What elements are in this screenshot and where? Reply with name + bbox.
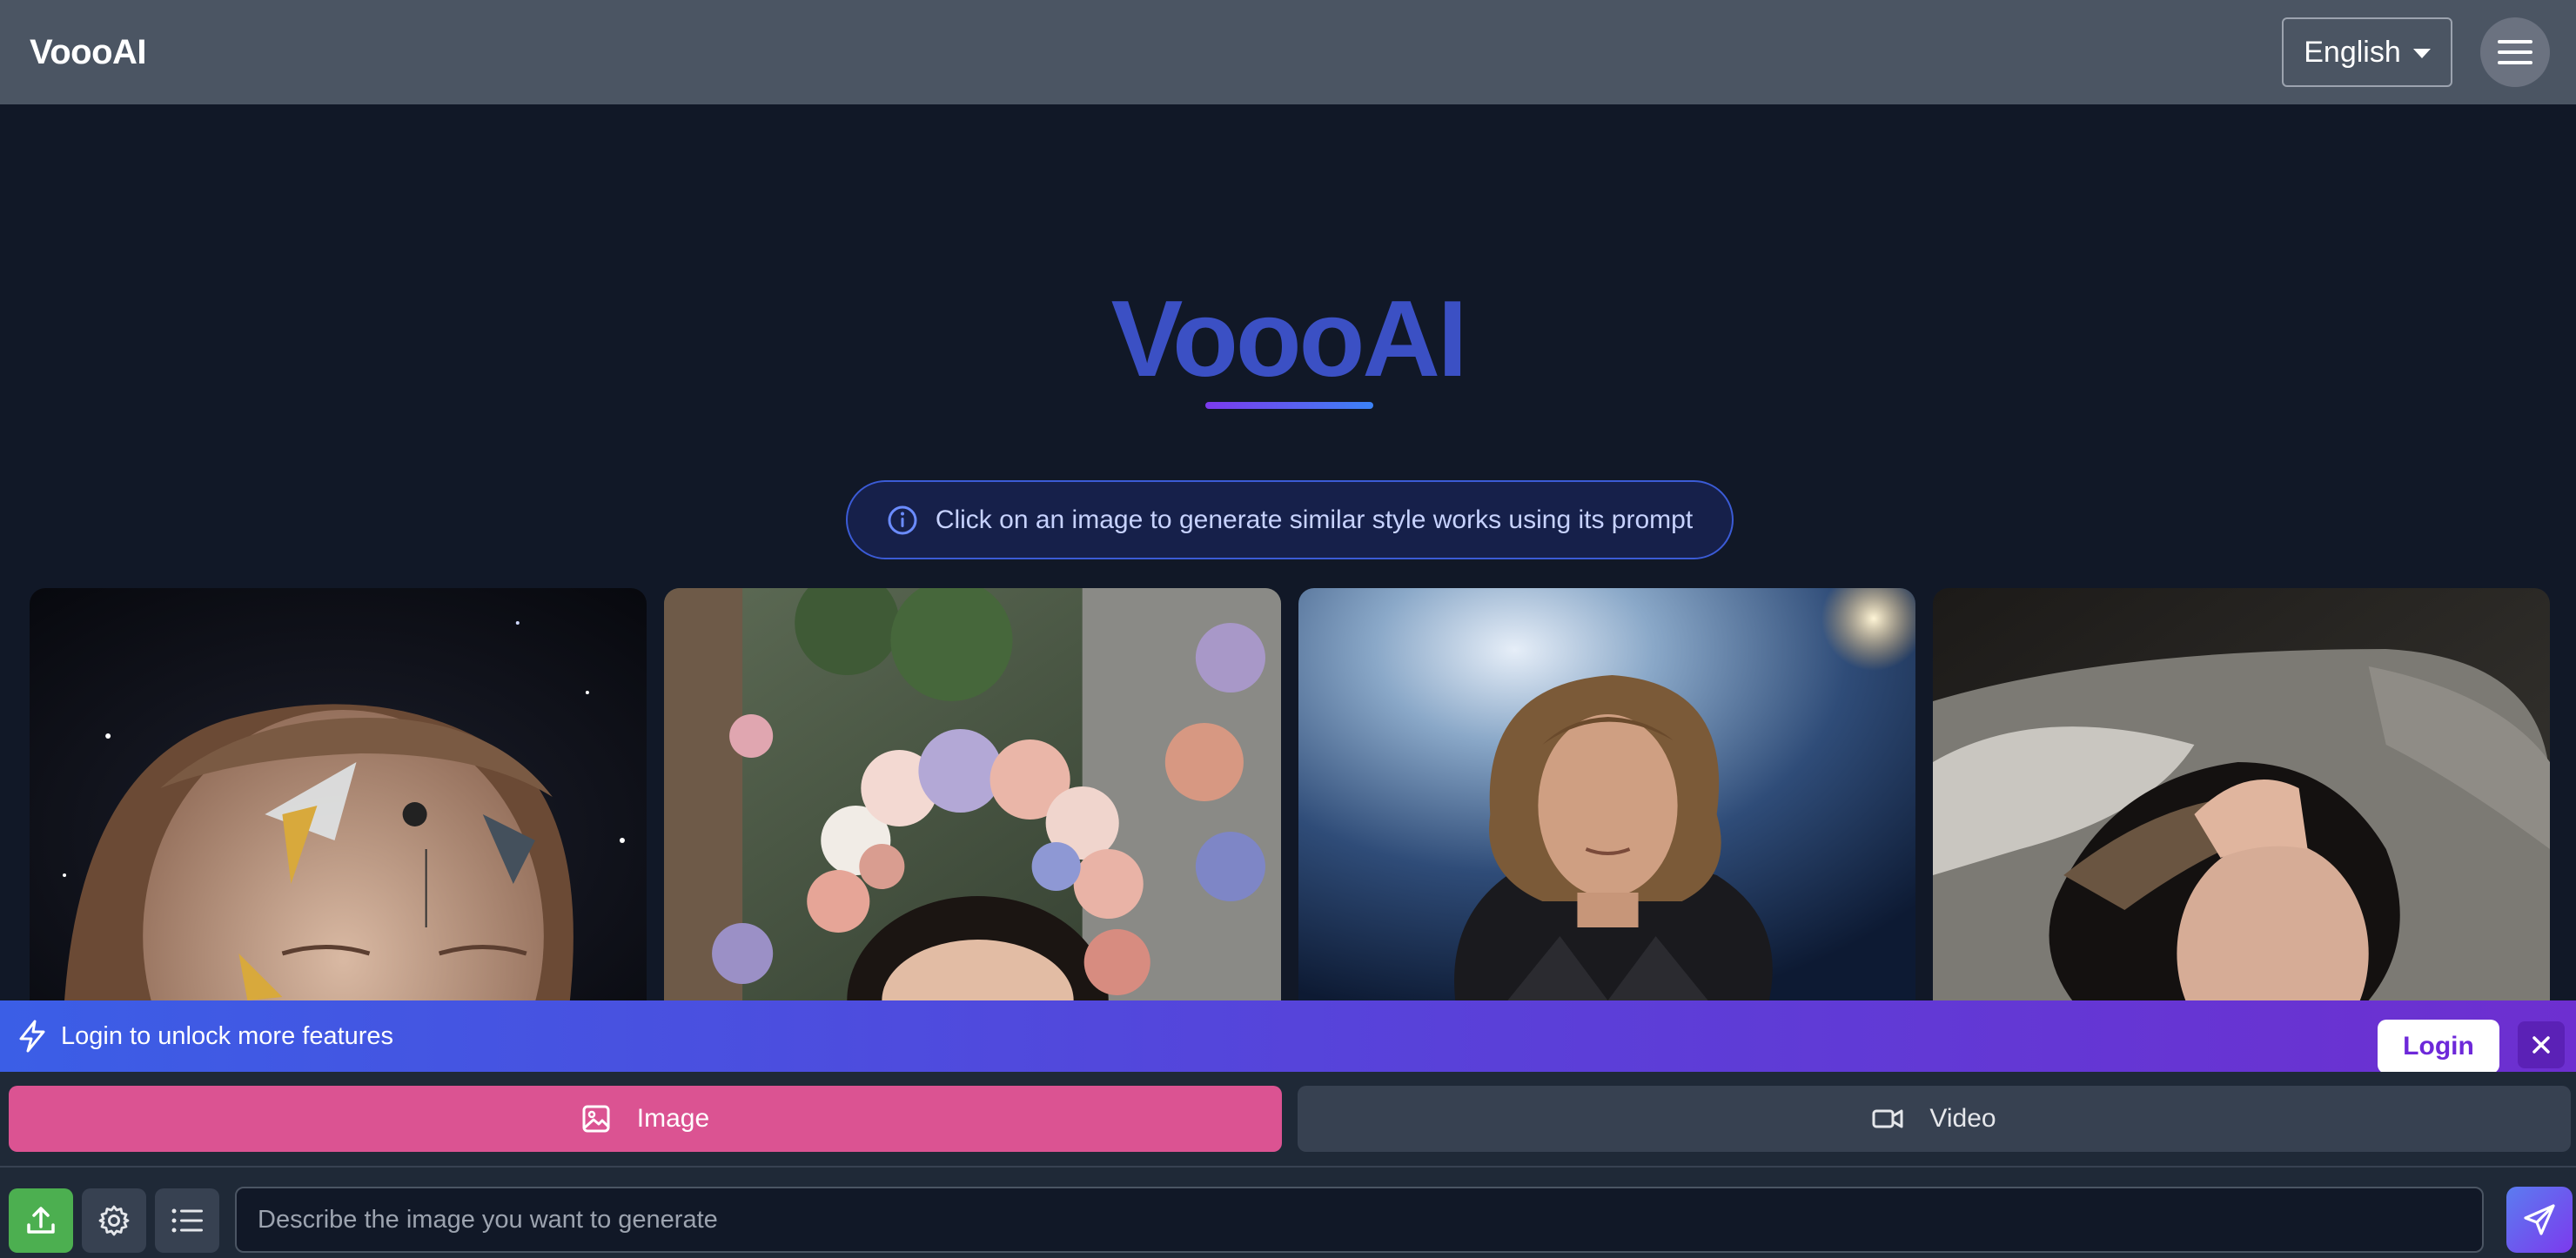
tab-image[interactable]: Image — [9, 1086, 1282, 1152]
gallery-image — [1933, 588, 2550, 1000]
navbar-actions: English — [2282, 17, 2550, 87]
send-button[interactable] — [2506, 1187, 2573, 1253]
gallery-card-face-art[interactable] — [30, 588, 647, 1000]
settings-button[interactable] — [82, 1188, 146, 1253]
hint-pill: Click on an image to generate similar st… — [846, 480, 1734, 559]
tab-image-label: Image — [636, 1104, 710, 1133]
gallery-card-rock-singer[interactable] — [1298, 588, 1915, 1000]
login-banner: Login to unlock more features Login — [0, 1000, 2576, 1074]
brand-logo[interactable]: VoooAI — [30, 33, 147, 72]
lightning-icon — [19, 1020, 45, 1053]
history-list-button[interactable] — [155, 1188, 219, 1253]
gallery-card-pillow[interactable] — [1933, 588, 2550, 1000]
list-icon — [171, 1208, 203, 1233]
language-label: English — [2304, 35, 2401, 69]
image-gallery — [30, 588, 2550, 1000]
composer-row — [9, 1187, 2573, 1253]
generation-panel: Image Video — [0, 1072, 2576, 1258]
gallery-image — [664, 588, 1281, 1000]
close-banner-button[interactable] — [2518, 1021, 2565, 1068]
gallery-image — [30, 588, 647, 1000]
gear-icon — [98, 1205, 130, 1236]
top-navbar: VoooAI English — [0, 0, 2576, 104]
send-icon — [2524, 1204, 2555, 1235]
tab-video[interactable]: Video — [1298, 1086, 2571, 1152]
hero-title: VoooAI — [1110, 279, 1468, 399]
menu-button[interactable] — [2480, 17, 2550, 87]
hint-text: Click on an image to generate similar st… — [935, 505, 1694, 534]
tab-video-label: Video — [1929, 1104, 1996, 1133]
upload-button[interactable] — [9, 1188, 73, 1253]
upload-icon — [27, 1207, 55, 1234]
gallery-image — [1298, 588, 1915, 1000]
mode-tabs: Image Video — [9, 1086, 2571, 1152]
hero-underline — [1205, 402, 1373, 409]
hamburger-icon — [2498, 40, 2532, 64]
caret-down-icon — [2412, 49, 2431, 58]
login-button[interactable]: Login — [2378, 1020, 2499, 1074]
video-camera-icon — [1872, 1109, 1903, 1128]
panel-divider — [0, 1166, 2576, 1168]
close-icon — [2532, 1036, 2550, 1054]
banner-text: Login to unlock more features — [61, 1021, 394, 1050]
language-dropdown[interactable]: English — [2282, 17, 2452, 87]
prompt-input[interactable] — [235, 1187, 2484, 1253]
image-icon — [582, 1105, 610, 1133]
gallery-card-flower-crown[interactable] — [664, 588, 1281, 1000]
info-icon — [888, 505, 917, 534]
